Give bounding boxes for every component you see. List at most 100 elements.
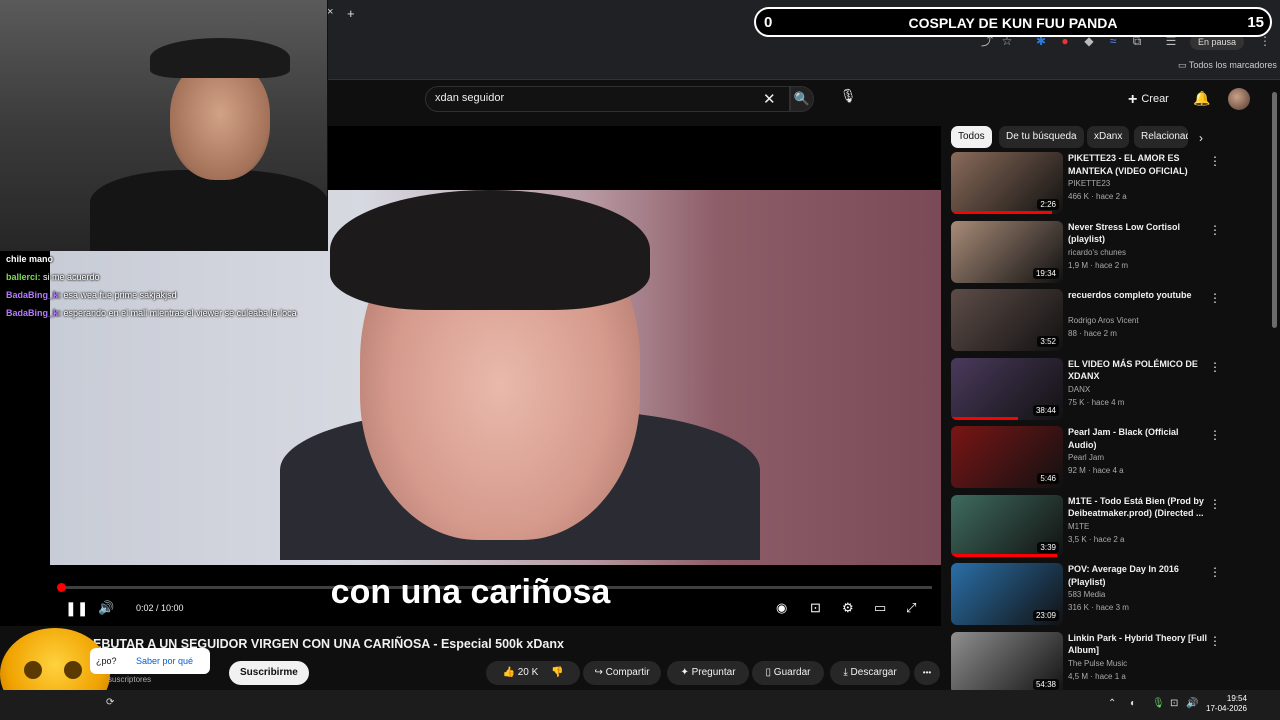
recommendation-channel[interactable]: PIKETTE23 xyxy=(1068,179,1110,188)
search-query-text[interactable]: xdan seguidor xyxy=(435,92,504,104)
tray-network-icon[interactable]: ⊡ xyxy=(1170,698,1178,709)
chat-username: chile mano xyxy=(6,254,54,264)
more-options-icon[interactable]: ⋮ xyxy=(1209,565,1221,579)
more-actions-button[interactable]: ••• xyxy=(914,661,940,685)
duration-badge: 2:26 xyxy=(1037,199,1059,210)
tray-mic-icon[interactable]: 🎙 xyxy=(1152,698,1165,709)
chip-related[interactable]: Relacionados xyxy=(1134,126,1188,148)
download-icon: ⤓ xyxy=(843,667,851,678)
smiley-eyes-icon xyxy=(24,661,82,679)
recommendation-item[interactable]: 3:39 M1TE - Todo Está Bien (Prod by Deibe… xyxy=(951,494,1251,559)
watched-progress xyxy=(951,553,1058,557)
recommendation-channel[interactable]: ricardo's chunes xyxy=(1068,248,1126,257)
app-taskbar-icon[interactable]: ⟳ xyxy=(106,697,114,708)
more-options-icon[interactable]: ⋮ xyxy=(1209,634,1221,648)
recommendation-item[interactable]: 3:52 recuerdos completo youtube Rodrigo Ar… xyxy=(951,289,1251,353)
recommendation-title[interactable]: POV: Average Day In 2016 (Playlist) xyxy=(1068,563,1208,588)
notifications-bell-icon[interactable]: 🔔 xyxy=(1193,90,1210,107)
duration-badge: 5:46 xyxy=(1037,473,1059,484)
recommendation-meta: 92 M · hace 4 a xyxy=(1068,466,1124,475)
thumbs-up-icon: 👍 xyxy=(502,667,518,678)
ask-label: Preguntar xyxy=(691,667,736,678)
ask-button[interactable]: ✦ Preguntar xyxy=(667,661,749,685)
user-avatar[interactable] xyxy=(1228,88,1250,110)
recommendation-thumbnail[interactable]: 23:09 xyxy=(951,563,1063,625)
progress-scrubber-handle[interactable] xyxy=(57,583,66,592)
volume-icon[interactable]: 🔊 xyxy=(98,600,114,616)
theater-mode-icon[interactable]: ▭ xyxy=(874,600,886,616)
more-options-icon[interactable]: ⋮ xyxy=(1209,291,1221,305)
share-icon: ↪ xyxy=(594,667,606,678)
recommendation-thumbnail[interactable]: 2:26 xyxy=(951,152,1063,214)
recommendation-channel[interactable]: The Pulse Music xyxy=(1068,659,1127,668)
all-bookmarks-link[interactable]: ▭ Todos los marcadores xyxy=(1178,60,1277,71)
clear-search-icon[interactable]: ✕ xyxy=(763,90,776,108)
subscribe-button[interactable]: Suscribirme xyxy=(229,661,309,685)
popup-question: ¿po? xyxy=(96,656,117,666)
recommendation-title[interactable]: Pearl Jam - Black (Official Audio) xyxy=(1068,426,1208,451)
recommendation-title[interactable]: EL VIDEO MÁS POLÉMICO DE XDANX xyxy=(1068,358,1208,383)
learn-why-link[interactable]: Saber por qué xyxy=(136,656,193,666)
recommendation-title[interactable]: Linkin Park - Hybrid Theory [Full Album] xyxy=(1068,632,1208,657)
recommendation-item[interactable]: 54:38 Linkin Park - Hybrid Theory [Full A… xyxy=(951,631,1251,696)
pause-icon[interactable]: ❚❚ xyxy=(65,600,88,617)
save-button[interactable]: ▯ Guardar xyxy=(752,661,824,685)
recommendation-thumbnail[interactable]: 3:52 xyxy=(951,289,1063,351)
taskbar-clock[interactable]: 19:54 17-04-2026 xyxy=(1206,694,1247,714)
download-button[interactable]: ⤓ Descargar xyxy=(830,661,910,685)
recommendation-title[interactable]: Never Stress Low Cortisol (playlist) xyxy=(1068,221,1208,246)
progress-bar[interactable] xyxy=(60,586,932,589)
tray-speaker-icon[interactable]: 🔊 xyxy=(1186,698,1198,709)
recommendation-item[interactable]: 23:09 POV: Average Day In 2016 (Playlist)… xyxy=(951,563,1251,627)
chip-from-search[interactable]: De tu búsqueda xyxy=(999,126,1084,148)
settings-gear-icon[interactable]: ⚙ xyxy=(842,600,854,616)
subtitles-icon[interactable]: ⊡ xyxy=(810,600,821,616)
recommendation-channel[interactable]: Rodrigo Aros Vicent xyxy=(1068,316,1139,325)
recommendation-channel[interactable]: DANX xyxy=(1068,385,1090,394)
duration-badge: 19:34 xyxy=(1032,267,1059,279)
subscribe-hint-popup: ¿po? Saber por qué xyxy=(90,648,210,674)
recommendation-thumbnail[interactable]: 38:44 xyxy=(951,357,1063,420)
recommendation-channel[interactable]: M1TE xyxy=(1068,522,1089,531)
recommendation-channel[interactable]: 583 Media xyxy=(1068,590,1105,599)
tray-app-icon[interactable]: ◐ xyxy=(1130,698,1136,709)
all-bookmarks-label: Todos los marcadores xyxy=(1188,60,1277,70)
recommendation-thumbnail[interactable]: 54:38 xyxy=(951,631,1063,694)
like-button[interactable]: 👍 20 K xyxy=(502,667,538,678)
duration-badge: 3:52 xyxy=(1037,336,1059,347)
webcam-headphones-shape xyxy=(150,38,290,78)
more-options-icon[interactable]: ⋮ xyxy=(1209,428,1221,442)
recommendation-item[interactable]: 38:44 EL VIDEO MÁS POLÉMICO DE XDANX DANX 7… xyxy=(951,357,1251,422)
more-options-icon[interactable]: ⋮ xyxy=(1209,223,1221,237)
like-dislike-group: 👍 20 K 👎 xyxy=(486,661,580,685)
page-scrollbar[interactable] xyxy=(1272,92,1277,328)
more-options-icon[interactable]: ⋮ xyxy=(1209,154,1221,168)
recommendation-thumbnail[interactable]: 5:46 xyxy=(951,426,1063,488)
chat-message: ballerci: si me acuerdo xyxy=(6,271,316,283)
recommendation-item[interactable]: 2:26 PIKETTE23 - EL AMOR ES MANTEKA (VIDE… xyxy=(951,152,1251,216)
chevron-right-icon[interactable]: › xyxy=(1199,131,1203,145)
recommendation-thumbnail[interactable]: 19:34 xyxy=(951,220,1063,283)
recommendation-item[interactable]: 5:46 Pearl Jam - Black (Official Audio) Pe… xyxy=(951,426,1251,490)
tray-chevron-icon[interactable]: ⌃ xyxy=(1108,698,1116,709)
chat-text: si me acuerdo xyxy=(43,272,100,282)
fullscreen-icon[interactable]: ⤢ xyxy=(906,600,916,616)
chip-xdanx[interactable]: xDanx xyxy=(1087,126,1130,148)
more-options-icon[interactable]: ⋮ xyxy=(1209,497,1221,511)
autoplay-toggle-icon[interactable]: ◉ xyxy=(776,600,787,616)
thumbs-down-icon[interactable]: 👎 xyxy=(551,667,563,678)
download-label: Descargar xyxy=(850,667,897,678)
recommendation-title[interactable]: PIKETTE23 - EL AMOR ES MANTEKA (VIDEO OF… xyxy=(1068,152,1208,177)
recommendation-channel[interactable]: Pearl Jam xyxy=(1068,453,1104,462)
recommendation-title[interactable]: M1TE - Todo Está Bien (Prod by Deibeatma… xyxy=(1068,495,1208,520)
recommendation-thumbnail[interactable]: 3:39 xyxy=(951,494,1063,557)
create-button[interactable]: + Crear xyxy=(1128,91,1169,109)
new-tab-button[interactable]: + xyxy=(347,6,355,21)
clock-time: 19:54 xyxy=(1226,694,1247,703)
more-options-icon[interactable]: ⋮ xyxy=(1209,360,1221,374)
recommendation-item[interactable]: 19:34 Never Stress Low Cortisol (playlist… xyxy=(951,220,1251,285)
voice-search-icon[interactable]: 🎙 xyxy=(838,88,858,110)
share-button[interactable]: ↪ Compartir xyxy=(583,661,661,685)
chip-all[interactable]: Todos xyxy=(951,126,992,148)
recommendation-title[interactable]: recuerdos completo youtube xyxy=(1068,289,1208,302)
